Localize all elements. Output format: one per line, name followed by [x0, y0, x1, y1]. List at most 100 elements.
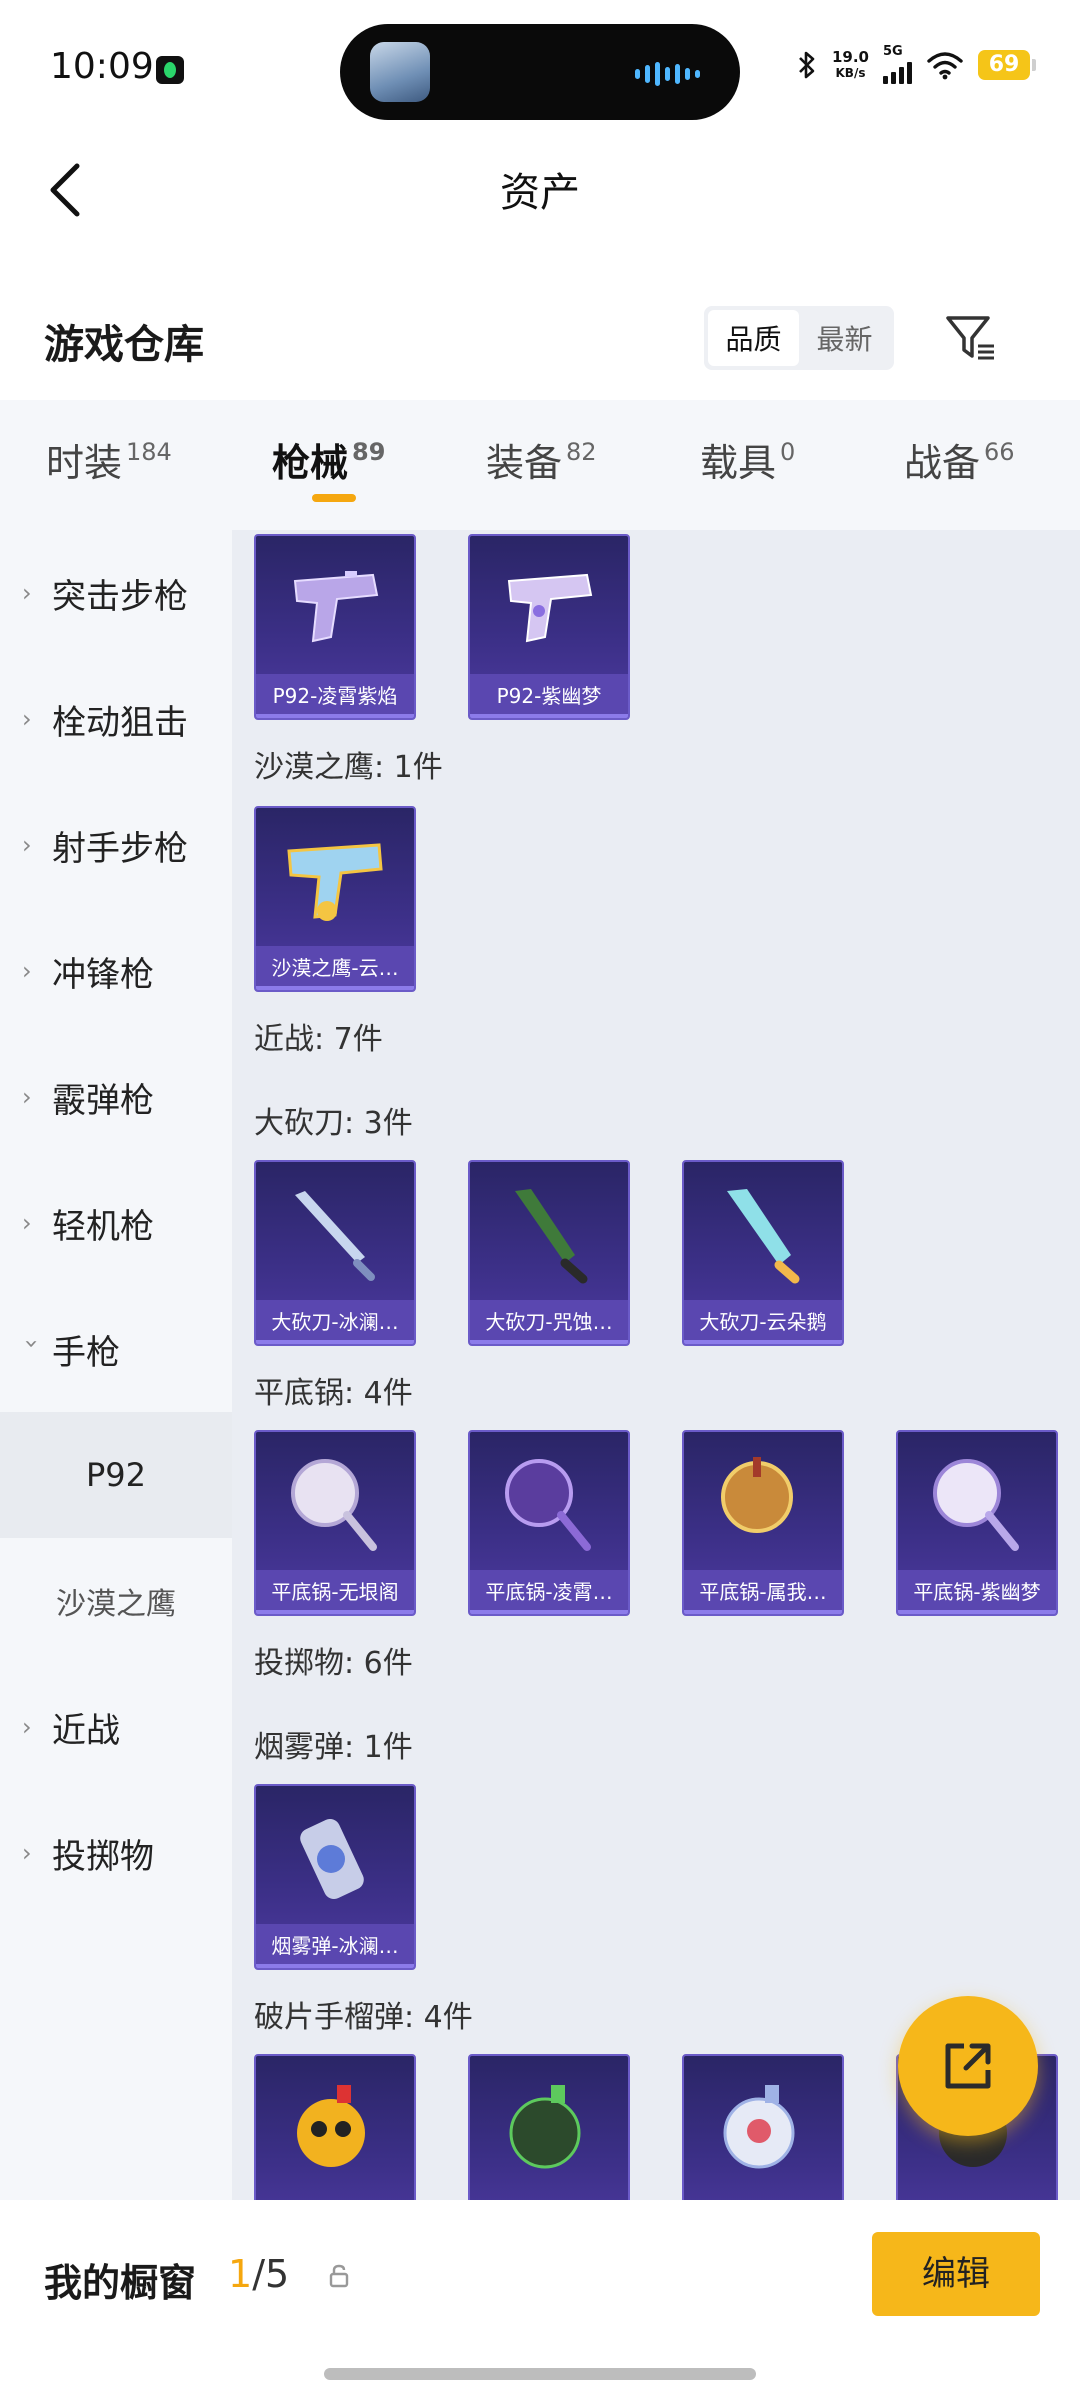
edit-button[interactable]: 编辑 — [872, 2232, 1040, 2316]
sidebar-item-marksman-rifle[interactable]: › 射手步枪 — [0, 782, 232, 908]
status-time: 10:09 — [50, 46, 154, 87]
frying-pan-icon — [470, 1432, 628, 1572]
item-card[interactable]: 大砍刀-咒蚀… — [468, 1160, 630, 1346]
item-card[interactable]: 平底锅-无垠阁 — [254, 1430, 416, 1616]
tab-guns[interactable]: 枪械 89 — [272, 432, 385, 487]
pistol-icon — [470, 536, 628, 676]
blade-icon — [684, 1162, 842, 1302]
status-bar: 10:09 19.0 KB/s 5G 69 — [0, 0, 1080, 140]
external-link-icon — [945, 2043, 991, 2089]
chevron-down-icon: › — [18, 1339, 46, 1349]
sidebar-item-melee[interactable]: › 近战 — [0, 1664, 232, 1790]
item-card[interactable]: 平底锅-属我… — [682, 1430, 844, 1616]
chevron-right-icon: › — [22, 1083, 32, 1111]
filter-button[interactable] — [938, 306, 1002, 370]
item-grid: P92-凌霄紫焰 P92-紫幽梦 沙漠之鹰: 1件 沙漠之鹰-云… 近战: 7件… — [232, 530, 1080, 2200]
sidebar-item-lmg[interactable]: › 轻机枪 — [0, 1160, 232, 1286]
item-name: 平底锅-紫幽梦 — [898, 1570, 1056, 1614]
tab-label: 装备 — [486, 441, 563, 485]
sidebar-item-label: 轻机枪 — [52, 1206, 154, 1247]
dynamic-island[interactable] — [340, 24, 740, 120]
showcase-count-current: 1 — [228, 2252, 253, 2296]
showcase-footer: 我的橱窗 1/5 编辑 — [0, 2200, 1080, 2400]
blade-icon — [256, 1162, 414, 1302]
tab-count: 66 — [984, 438, 1015, 466]
lock-icon — [329, 2264, 349, 2288]
sidebar-item-label: 霰弹枪 — [52, 1080, 154, 1121]
sidebar-item-label: 突击步枪 — [52, 576, 188, 617]
warehouse-header: 游戏仓库 品质 最新 — [0, 290, 1080, 390]
pistol-icon — [256, 808, 414, 948]
blade-icon — [470, 1162, 628, 1302]
sidebar-subitem-desert-eagle[interactable]: 沙漠之鹰 — [0, 1538, 232, 1664]
tab-label: 时装 — [46, 441, 123, 485]
sidebar-item-throwables[interactable]: › 投掷物 — [0, 1790, 232, 1916]
sidebar-item-pistol[interactable]: › 手枪 — [0, 1286, 232, 1412]
item-card[interactable]: 平底锅-凌霄… — [468, 1430, 630, 1616]
item-name: 沙漠之鹰-云… — [256, 946, 414, 990]
item-card[interactable] — [468, 2054, 630, 2200]
item-card[interactable]: P92-紫幽梦 — [468, 534, 630, 720]
frying-pan-icon — [684, 1432, 842, 1572]
home-indicator[interactable] — [324, 2368, 756, 2380]
sidebar-item-shotgun[interactable]: › 霰弹枪 — [0, 1034, 232, 1160]
sidebar-item-assault-rifle[interactable]: › 突击步枪 — [0, 530, 232, 656]
item-name: 平底锅-无垠阁 — [256, 1570, 414, 1614]
share-button[interactable] — [898, 1996, 1038, 2136]
category-label: 投掷物: 6件 — [254, 1646, 413, 1681]
sidebar-item-label: 冲锋枪 — [52, 954, 154, 995]
item-name: 平底锅-属我… — [684, 1570, 842, 1614]
pistol-icon — [256, 536, 414, 676]
grenade-icon — [256, 2056, 414, 2196]
tab-gear[interactable]: 战备 66 — [904, 432, 1015, 487]
item-card[interactable]: 沙漠之鹰-云… — [254, 806, 416, 992]
item-card[interactable] — [254, 2054, 416, 2200]
sidebar-item-label: 沙漠之鹰 — [56, 1587, 176, 1622]
item-card[interactable]: 大砍刀-冰澜… — [254, 1160, 416, 1346]
tab-label: 战备 — [904, 441, 981, 485]
chevron-right-icon: › — [22, 831, 32, 859]
bluetooth-icon — [799, 51, 815, 79]
category-label: 沙漠之鹰: 1件 — [254, 750, 443, 785]
item-card[interactable]: 烟雾弹-冰澜… — [254, 1784, 416, 1970]
showcase-title: 我的橱窗 — [44, 2261, 197, 2305]
sort-latest-button[interactable]: 最新 — [799, 310, 890, 366]
chevron-right-icon: › — [22, 579, 32, 607]
sidebar-item-smg[interactable]: › 冲锋枪 — [0, 908, 232, 1034]
frying-pan-icon — [898, 1432, 1056, 1572]
network-speed: 19.0 KB/s — [832, 49, 869, 81]
page-title: 资产 — [500, 170, 580, 216]
cell-signal-icon: 5G — [883, 44, 912, 84]
chevron-right-icon: › — [22, 1839, 32, 1867]
chevron-right-icon: › — [22, 1713, 32, 1741]
filter-icon — [946, 316, 994, 360]
item-card[interactable]: 平底锅-紫幽梦 — [896, 1430, 1058, 1616]
smoke-grenade-icon — [256, 1786, 414, 1926]
item-name: P92-紫幽梦 — [470, 674, 628, 718]
tab-equipment[interactable]: 装备 82 — [486, 432, 597, 487]
tab-fashion[interactable]: 时装 184 — [46, 432, 172, 487]
category-label: 烟雾弹: 1件 — [254, 1730, 413, 1765]
tab-count: 184 — [126, 438, 172, 466]
music-app-icon — [156, 56, 184, 84]
item-card[interactable]: P92-凌霄紫焰 — [254, 534, 416, 720]
sidebar-item-label: 手枪 — [52, 1332, 120, 1373]
sidebar-subitem-p92[interactable]: P92 — [0, 1412, 232, 1538]
chevron-right-icon: › — [22, 1209, 32, 1237]
weapon-category-sidebar: › 突击步枪 › 栓动狙击 › 射手步枪 › 冲锋枪 › 霰弹枪 › 轻机枪 › 手枪 P92… — [0, 530, 232, 2200]
sidebar-item-bolt-sniper[interactable]: › 栓动狙击 — [0, 656, 232, 782]
warehouse-title: 游戏仓库 — [44, 322, 204, 368]
tab-count: 0 — [780, 438, 796, 466]
item-name: 大砍刀-云朵鹅 — [684, 1300, 842, 1344]
sort-quality-button[interactable]: 品质 — [708, 310, 799, 366]
tab-label: 载具 — [700, 441, 777, 485]
category-tabs: 时装 184 枪械 89 装备 82 载具 0 战备 66 — [0, 400, 1080, 530]
nav-bar: 资产 — [0, 140, 1080, 240]
network-type: 5G — [883, 44, 903, 59]
tab-count: 89 — [352, 438, 386, 466]
tab-vehicles[interactable]: 载具 0 — [700, 432, 795, 487]
media-thumbnail-icon — [370, 42, 430, 102]
item-name: 平底锅-凌霄… — [470, 1570, 628, 1614]
item-card[interactable]: 大砍刀-云朵鹅 — [682, 1160, 844, 1346]
item-card[interactable] — [682, 2054, 844, 2200]
